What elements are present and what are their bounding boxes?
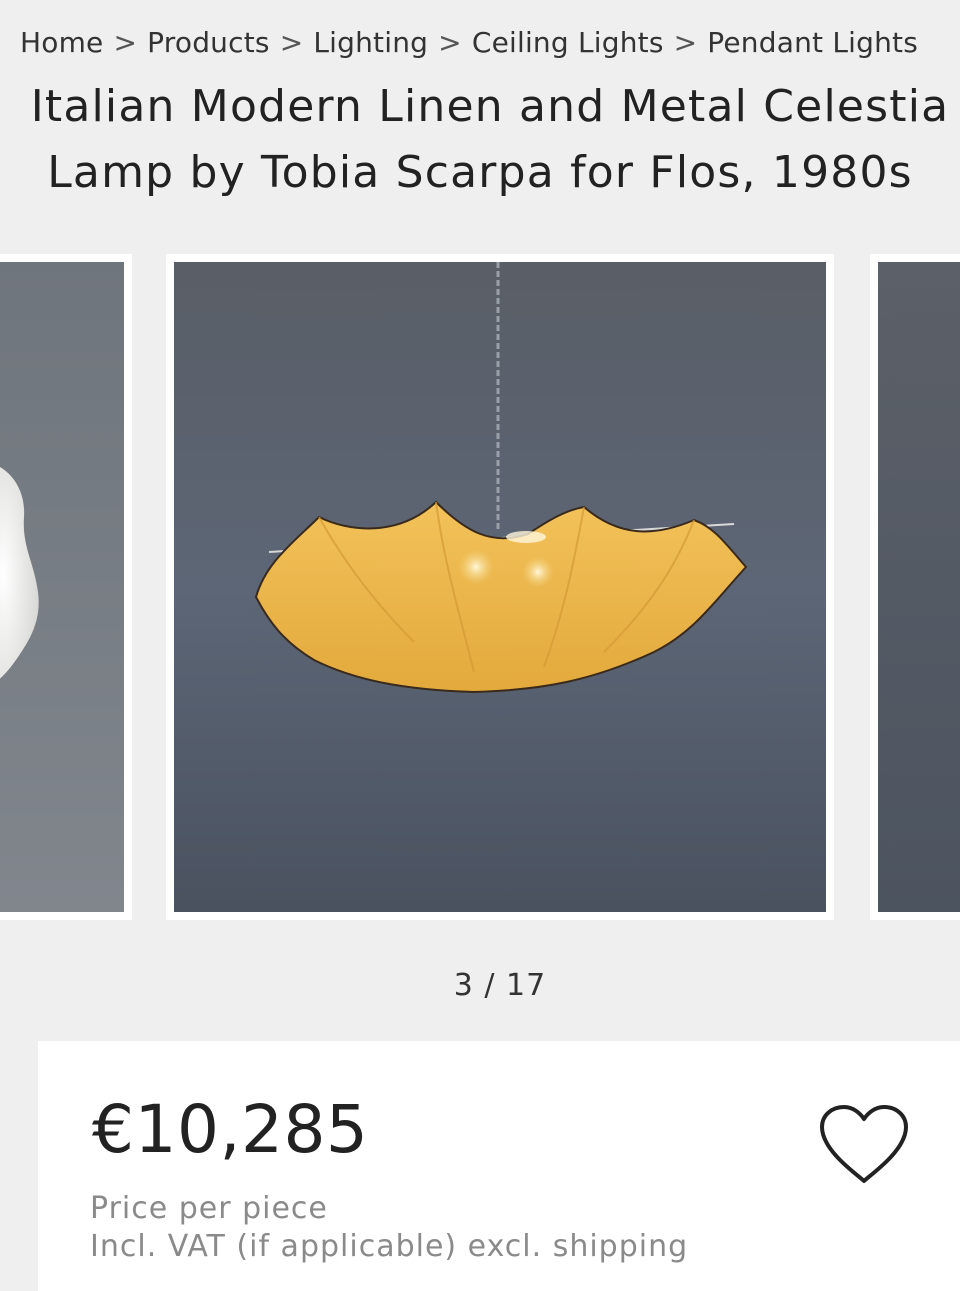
- image-carousel[interactable]: [0, 254, 960, 920]
- breadcrumb-separator: >: [279, 26, 304, 59]
- price-tax-note: Incl. VAT (if applicable) excl. shipping: [90, 1229, 689, 1264]
- price-amount: €10,285: [92, 1091, 369, 1168]
- breadcrumb-separator: >: [438, 26, 462, 59]
- carousel-slide-next[interactable]: [870, 254, 960, 920]
- price-unit-note: Price per piece: [90, 1191, 328, 1226]
- favorite-button[interactable]: [816, 1101, 912, 1191]
- breadcrumb-products[interactable]: Products: [147, 26, 270, 59]
- price-card: €10,285 Price per piece Incl. VAT (if ap…: [38, 1041, 960, 1291]
- carousel-slide-previous[interactable]: [0, 254, 132, 920]
- product-title-line-1: Italian Modern Linen and Metal Celestia: [30, 81, 950, 132]
- breadcrumb-ceiling-lights[interactable]: Ceiling Lights: [472, 26, 664, 59]
- product-title: Italian Modern Linen and Metal Celestia …: [0, 74, 960, 206]
- breadcrumb-separator: >: [673, 26, 698, 59]
- product-photo-next: [878, 262, 960, 912]
- heart-icon: [820, 1105, 908, 1183]
- breadcrumb: Home > Products > Lighting > Ceiling Lights > Pe…: [20, 26, 960, 59]
- breadcrumb-home[interactable]: Home: [20, 26, 104, 59]
- breadcrumb-pendant-lights[interactable]: Pendant Lights: [707, 26, 918, 59]
- image-counter: 3 / 17: [453, 968, 547, 1003]
- product-photo-current: [174, 262, 826, 912]
- carousel-slide-current[interactable]: [166, 254, 834, 920]
- breadcrumb-separator: >: [113, 26, 138, 59]
- product-photo-previous: [0, 262, 124, 912]
- product-title-line-2: Lamp by Tobia Scarpa for Flos, 1980s: [47, 147, 913, 198]
- breadcrumb-lighting[interactable]: Lighting: [313, 26, 428, 59]
